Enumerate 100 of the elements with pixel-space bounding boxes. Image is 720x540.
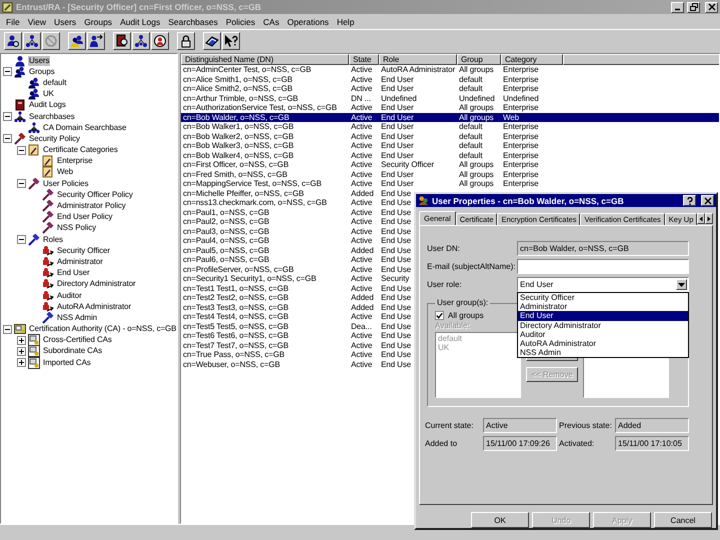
tree-item[interactable]: End User bbox=[56, 268, 91, 278]
tree-item[interactable]: NSS Admin bbox=[56, 312, 98, 323]
menu-item[interactable]: CAs bbox=[259, 16, 284, 26]
close-button[interactable] bbox=[705, 2, 718, 12]
user-dn-field[interactable]: cn=Bob Walder, o=NSS, c=GB bbox=[517, 241, 689, 256]
book-search-icon[interactable] bbox=[113, 32, 131, 50]
expand-toggle[interactable] bbox=[3, 324, 12, 334]
tree-item[interactable]: Administrator bbox=[56, 256, 104, 267]
table-cell: End User bbox=[381, 150, 414, 160]
table-cell: Security Officer bbox=[381, 160, 434, 169]
tree-item[interactable]: Security Officer bbox=[56, 246, 111, 256]
dropdown-option[interactable]: NSS Admin bbox=[518, 348, 688, 358]
menu-item[interactable]: Operations bbox=[283, 16, 333, 26]
person-arrow-icon bbox=[42, 300, 54, 313]
expand-toggle[interactable] bbox=[17, 358, 26, 368]
padlock-icon[interactable] bbox=[177, 32, 195, 50]
menu-item[interactable]: Audit Logs bbox=[116, 16, 164, 26]
column-header[interactable]: Role bbox=[379, 54, 457, 65]
menu-item[interactable]: Policies bbox=[222, 16, 260, 26]
table-cell: cn=Test1 Test1, o=NSS, c=GB bbox=[183, 284, 288, 292]
table-cell: cn=First Officer, o=NSS, c=GB bbox=[183, 160, 289, 169]
table-cell: Active bbox=[351, 208, 372, 216]
email-field[interactable] bbox=[517, 259, 689, 274]
restore-button[interactable] bbox=[687, 2, 700, 12]
tree-item[interactable]: Subordinate CAs bbox=[42, 346, 103, 356]
table-cell: End Use bbox=[381, 331, 411, 340]
dialog-button[interactable]: OK bbox=[471, 512, 529, 528]
close-button[interactable] bbox=[701, 195, 714, 206]
dropdown-option[interactable]: Directory Administrator bbox=[518, 320, 688, 330]
table-cell: End Use bbox=[381, 312, 411, 321]
table-cell: All groups bbox=[459, 65, 494, 74]
expand-toggle[interactable] bbox=[17, 235, 26, 244]
tree-item[interactable]: Enterprise bbox=[56, 156, 94, 166]
tree-item[interactable]: Security Officer Policy bbox=[56, 190, 134, 200]
dialog-button[interactable]: Cancel bbox=[654, 512, 712, 528]
expand-toggle[interactable] bbox=[17, 336, 26, 345]
tree-item[interactable]: Cross-Certified CAs bbox=[42, 335, 113, 346]
column-header[interactable]: Distinguished Name (DN) bbox=[181, 54, 349, 65]
tree-item[interactable]: NSS Policy bbox=[56, 223, 98, 234]
menu-item[interactable]: Help bbox=[332, 16, 358, 26]
hierarchy-icon[interactable] bbox=[23, 32, 41, 50]
tree-item[interactable]: UK bbox=[42, 89, 55, 100]
tree-item[interactable]: Administrator Policy bbox=[56, 201, 127, 212]
scroll-right-button[interactable] bbox=[705, 213, 714, 224]
role-dropdown[interactable]: End User bbox=[517, 277, 689, 292]
tree-item[interactable]: AutoRA Administrator bbox=[56, 302, 132, 312]
tree-item[interactable]: Directory Administrator bbox=[56, 279, 137, 290]
expand-toggle[interactable] bbox=[3, 67, 12, 76]
tree-item[interactable]: Audit Logs bbox=[28, 100, 67, 110]
dropdown-option[interactable]: Administrator bbox=[518, 302, 688, 312]
table-cell: Web bbox=[503, 112, 520, 122]
expand-toggle[interactable] bbox=[3, 134, 12, 144]
tree-item[interactable]: Users bbox=[28, 56, 50, 66]
expand-toggle[interactable] bbox=[17, 146, 26, 155]
tree-item[interactable]: End User Policy bbox=[56, 212, 114, 222]
tree-item[interactable]: Certificate Categories bbox=[42, 145, 119, 156]
tree-item[interactable]: Auditor bbox=[56, 290, 83, 301]
checkbox[interactable] bbox=[435, 311, 444, 320]
book-icon[interactable] bbox=[203, 32, 221, 50]
selected-row[interactable]: cn=Bob Walder, o=NSS, c=GB Active End User All groups Web bbox=[181, 112, 719, 122]
table-cell: End Use bbox=[381, 255, 411, 264]
tree-item[interactable]: default bbox=[42, 78, 68, 88]
tree-item[interactable]: Imported CAs bbox=[42, 358, 92, 368]
dropdown-option[interactable]: Auditor bbox=[518, 330, 688, 339]
tree-item[interactable]: Security Policy bbox=[28, 134, 81, 144]
tree-item[interactable]: Web bbox=[56, 167, 74, 178]
column-header[interactable]: State bbox=[349, 54, 379, 65]
table-cell: cn=Webuser, o=NSS, c=GB bbox=[183, 360, 280, 368]
certificate-icon bbox=[14, 323, 26, 336]
circle-icon[interactable] bbox=[42, 32, 60, 50]
field-label: Activated: bbox=[559, 439, 596, 448]
tree-item[interactable]: Roles bbox=[42, 234, 64, 245]
hierarchy-icon[interactable] bbox=[132, 32, 150, 50]
column-header[interactable]: Group bbox=[457, 54, 501, 65]
minimize-button[interactable] bbox=[671, 2, 684, 12]
help-button[interactable] bbox=[683, 195, 696, 206]
menu-item[interactable]: File bbox=[2, 16, 24, 26]
menu-item[interactable]: Users bbox=[50, 16, 80, 26]
person-badge-icon[interactable] bbox=[151, 32, 169, 50]
dropdown-option[interactable]: Security Officer bbox=[518, 293, 688, 302]
person-search-icon[interactable] bbox=[4, 32, 22, 50]
column-header[interactable]: Category bbox=[501, 54, 563, 65]
expand-toggle[interactable] bbox=[17, 179, 26, 188]
tree-item[interactable]: User Policies bbox=[42, 178, 90, 189]
table-cell: End User bbox=[381, 122, 414, 131]
menu-item[interactable]: Groups bbox=[80, 16, 116, 26]
scroll-left-button[interactable] bbox=[697, 213, 706, 224]
expand-toggle[interactable] bbox=[3, 112, 12, 122]
expand-toggle[interactable] bbox=[17, 346, 26, 356]
tree-item[interactable]: Groups bbox=[28, 66, 56, 77]
tree-item[interactable]: Searchbases bbox=[28, 112, 76, 122]
tree-item[interactable]: Certification Authority (CA) - o=NSS, c=GB bbox=[28, 324, 177, 334]
dropdown-option[interactable]: AutoRA Administrator bbox=[518, 338, 688, 348]
tree-item[interactable]: CA Domain Searchbase bbox=[42, 122, 128, 133]
dropdown-option[interactable]: End User bbox=[518, 311, 688, 321]
table-cell: End Use bbox=[381, 226, 411, 236]
menu-item[interactable]: Searchbases bbox=[164, 16, 222, 26]
table-cell: All groups bbox=[459, 179, 494, 188]
menu-item[interactable]: View bbox=[24, 16, 50, 26]
help-pointer-icon[interactable] bbox=[222, 32, 240, 50]
